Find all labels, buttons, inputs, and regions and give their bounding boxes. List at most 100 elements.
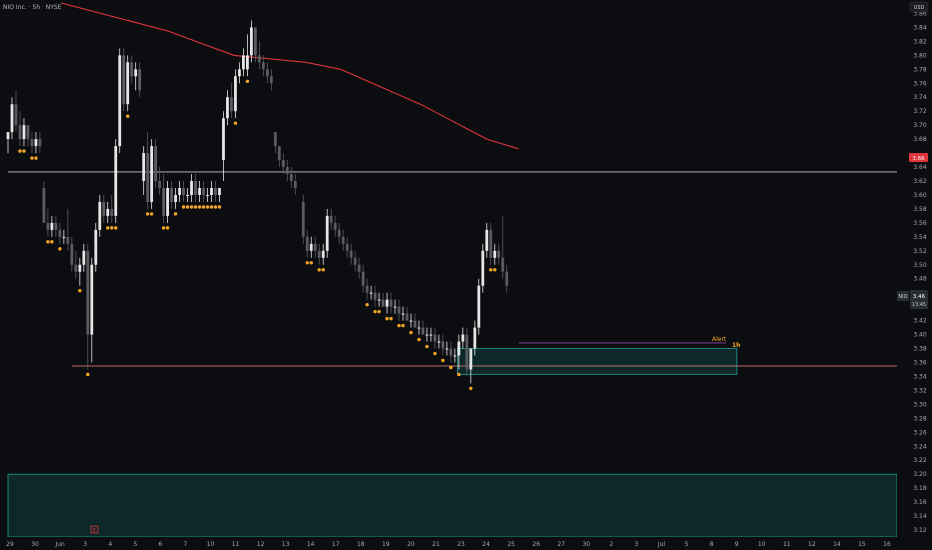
candle-body[interactable] [481, 250, 485, 286]
candle-body[interactable] [409, 320, 413, 322]
candle-body[interactable] [325, 215, 329, 251]
candle-body[interactable] [142, 153, 146, 181]
candle-body[interactable] [34, 139, 38, 147]
candle-body[interactable] [138, 69, 142, 91]
candle-body[interactable] [429, 334, 433, 336]
candle-body[interactable] [485, 229, 489, 251]
candle-body[interactable] [449, 348, 453, 356]
candle-body[interactable] [26, 125, 30, 140]
candle-body[interactable] [154, 146, 158, 181]
candle-body[interactable] [10, 104, 14, 133]
candle-body[interactable] [46, 222, 50, 230]
candle-body[interactable] [373, 292, 377, 300]
candle-body[interactable] [437, 341, 441, 343]
candle-body[interactable] [150, 146, 154, 202]
candle-body[interactable] [42, 187, 46, 223]
candle-body[interactable] [6, 132, 10, 140]
candle-body[interactable] [337, 229, 341, 237]
candle-body[interactable] [357, 264, 361, 272]
candle-body[interactable] [234, 76, 237, 112]
candle-body[interactable] [82, 250, 86, 265]
candle-body[interactable] [186, 194, 189, 196]
candle-body[interactable] [417, 327, 421, 329]
candle-body[interactable] [198, 187, 201, 195]
candle-body[interactable] [146, 153, 150, 202]
candle-body[interactable] [166, 187, 169, 216]
candle-body[interactable] [230, 97, 233, 112]
candle-body[interactable] [18, 125, 22, 140]
candle-body[interactable] [349, 250, 353, 258]
candle-body[interactable] [433, 334, 437, 342]
candle-body[interactable] [249, 27, 253, 56]
candle-body[interactable] [174, 194, 177, 202]
candle-body[interactable] [277, 146, 281, 161]
candle-body[interactable] [78, 264, 82, 272]
candle-body[interactable] [194, 181, 197, 195]
candle-body[interactable] [257, 55, 261, 63]
candle-body[interactable] [445, 348, 449, 350]
candle-body[interactable] [158, 181, 162, 188]
candle-body[interactable] [489, 229, 493, 258]
candle-body[interactable] [38, 139, 42, 147]
candle-body[interactable] [281, 160, 285, 168]
candle-body[interactable] [405, 313, 409, 321]
candle-body[interactable] [22, 125, 26, 140]
candle-body[interactable] [393, 306, 397, 308]
candle-body[interactable] [361, 271, 365, 286]
candle-body[interactable] [305, 236, 309, 251]
candle-body[interactable] [222, 118, 225, 161]
candle-body[interactable] [126, 62, 130, 105]
candle-body[interactable] [214, 187, 217, 195]
candle-body[interactable] [210, 187, 213, 195]
candle-body[interactable] [118, 55, 122, 147]
candle-body[interactable] [497, 250, 501, 258]
candle-body[interactable] [321, 250, 325, 258]
candle-body[interactable] [98, 201, 102, 230]
candle-body[interactable] [122, 55, 126, 105]
candle-body[interactable] [110, 208, 114, 216]
candle-body[interactable] [30, 139, 34, 147]
candle-body[interactable] [441, 341, 445, 349]
candle-body[interactable] [329, 215, 333, 223]
candle-body[interactable] [134, 69, 138, 77]
candle-body[interactable] [130, 62, 134, 77]
candle-body[interactable] [253, 27, 257, 56]
candle-body[interactable] [265, 69, 269, 77]
candle-body[interactable] [333, 222, 337, 230]
candle-body[interactable] [389, 299, 393, 307]
candle-body[interactable] [70, 243, 74, 265]
candle-body[interactable] [238, 69, 241, 77]
candle-body[interactable] [301, 201, 305, 237]
candle-body[interactable] [14, 104, 18, 126]
candle-body[interactable] [206, 194, 209, 196]
candle-body[interactable] [54, 222, 58, 230]
candle-body[interactable] [58, 229, 62, 237]
candle-body[interactable] [473, 327, 477, 349]
candle-body[interactable] [341, 236, 345, 244]
candle-body[interactable] [226, 97, 229, 119]
candle-body[interactable] [425, 334, 429, 336]
candle-body[interactable] [170, 187, 173, 202]
candle-body[interactable] [50, 222, 54, 230]
candle-body[interactable] [401, 313, 405, 315]
candle-body[interactable] [182, 187, 185, 195]
candle-body[interactable] [377, 299, 381, 301]
candle-body[interactable] [289, 174, 293, 181]
candle-body[interactable] [477, 285, 481, 328]
candle-body[interactable] [397, 306, 401, 314]
zone-demand-small[interactable] [457, 348, 738, 375]
candle-body[interactable] [269, 76, 273, 84]
candle-body[interactable] [285, 167, 289, 175]
candle-body[interactable] [457, 341, 461, 356]
price-chart[interactable]: Alert 1h NIO Inc. · 5h · NYSE 3.863.843.… [0, 0, 932, 550]
candle-body[interactable] [345, 243, 349, 251]
candle-body[interactable] [353, 257, 357, 265]
candle-body[interactable] [461, 334, 465, 342]
candle-body[interactable] [114, 146, 118, 216]
candle-body[interactable] [469, 348, 473, 370]
candle-body[interactable] [501, 257, 505, 272]
candle-body[interactable] [309, 243, 313, 251]
candle-body[interactable] [246, 55, 249, 70]
candle-body[interactable] [178, 187, 181, 195]
candle-body[interactable] [365, 285, 369, 293]
